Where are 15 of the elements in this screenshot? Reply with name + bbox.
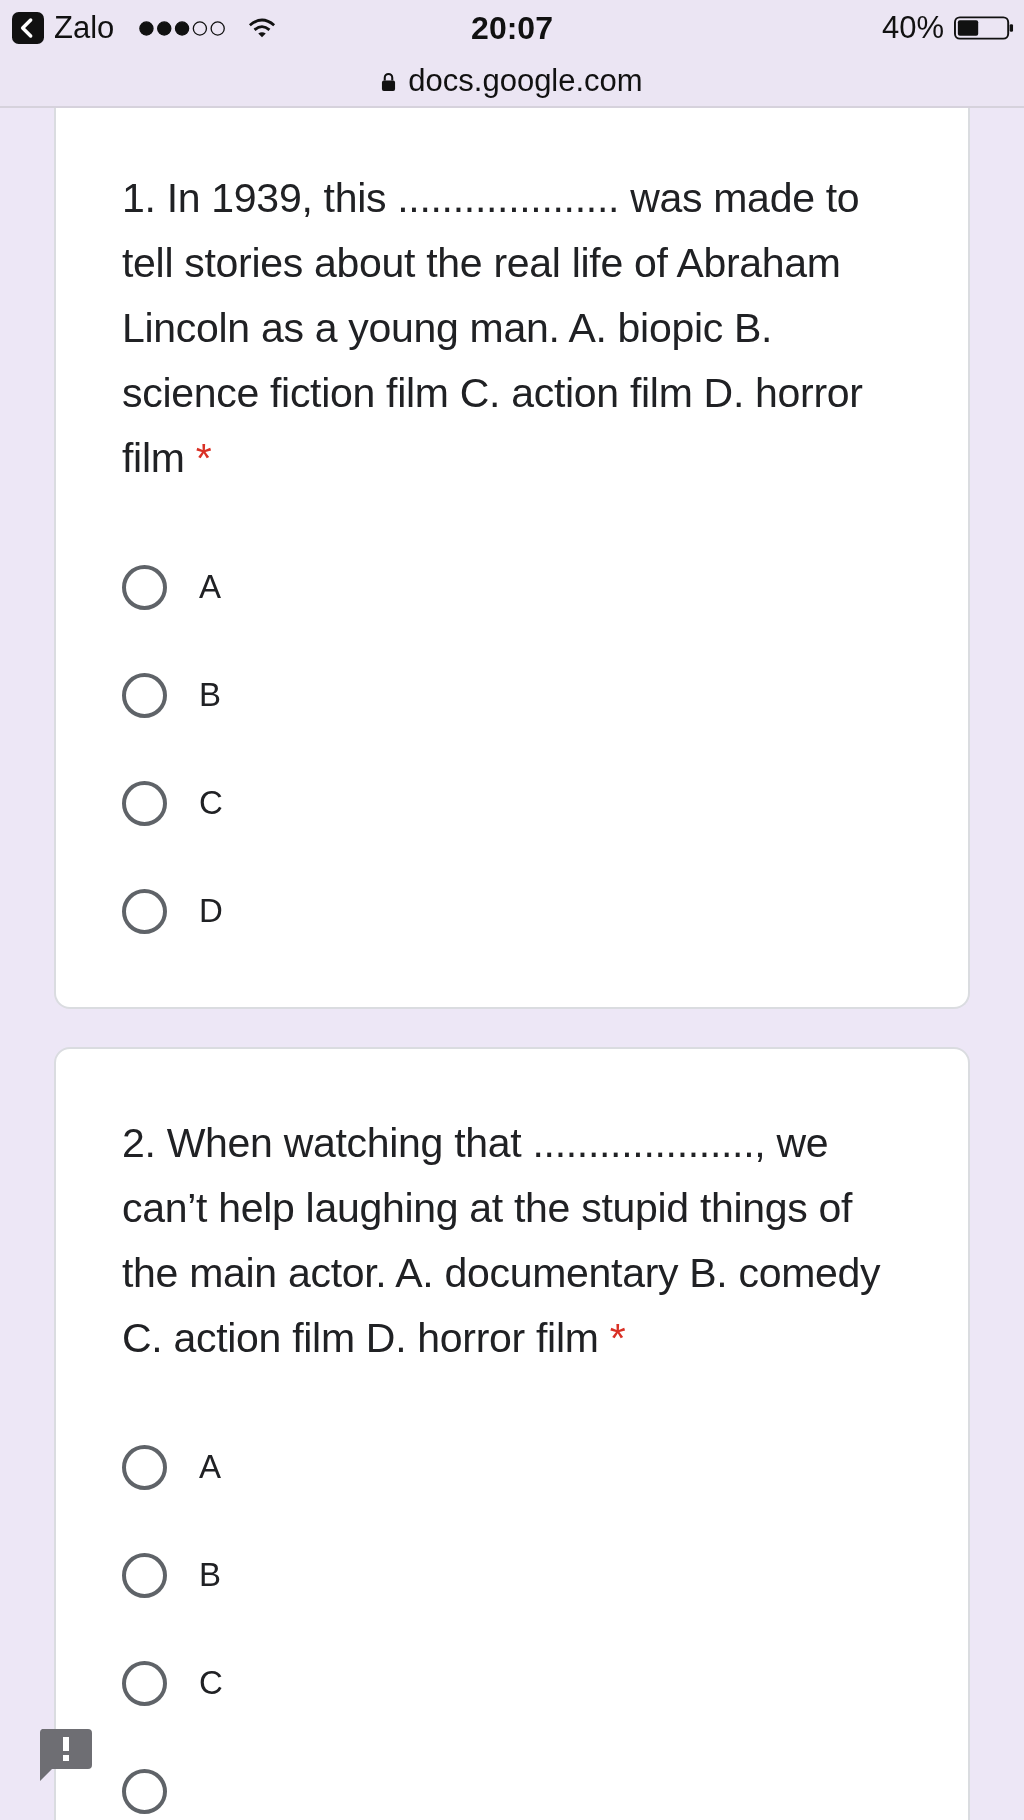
battery-percentage: 40%: [881, 10, 944, 46]
option-label[interactable]: C: [199, 784, 223, 822]
url-text[interactable]: docs.google.com: [408, 63, 643, 99]
back-app-label[interactable]: Zalo: [54, 10, 115, 46]
option-label[interactable]: A: [199, 568, 221, 606]
question-text: 2. When watching that ...................., we can’t help laughing at the stupid things of the main actor. A. documentary B. comedy C. action film D. horror film *: [122, 1119, 882, 1363]
required-asterisk: *: [195, 435, 212, 481]
clock-time: 20:07: [471, 9, 553, 47]
option-label[interactable]: B: [199, 1556, 221, 1594]
question-text: 1. In 1939, this .................... was made to tell stories about the real life of Abraham Lincoln as a young man. A. biopic B. science fiction film C. action film D. horror film *: [122, 174, 864, 483]
option-label[interactable]: B: [199, 676, 221, 714]
required-asterisk: *: [609, 1315, 626, 1361]
option-label[interactable]: C: [199, 1664, 223, 1702]
option-label[interactable]: A: [199, 1448, 221, 1486]
option-label[interactable]: D: [199, 892, 223, 930]
